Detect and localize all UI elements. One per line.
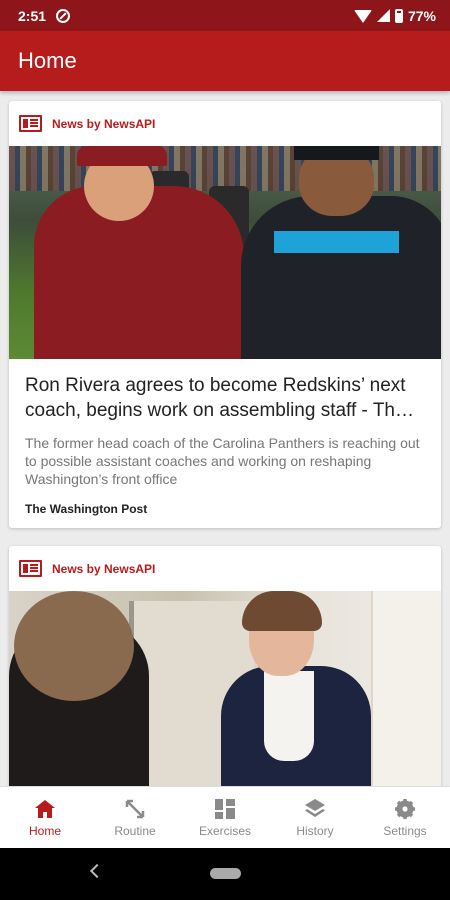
card-source: News by NewsAPI: [9, 546, 441, 591]
article-description: The former head coach of the Carolina Pa…: [25, 435, 420, 487]
page-title: Home: [18, 48, 77, 73]
nav-item-routine[interactable]: Routine: [90, 787, 180, 848]
layers-icon: [304, 798, 326, 820]
nav-item-exercises[interactable]: Exercises: [180, 787, 270, 848]
source-label: News by NewsAPI: [52, 561, 156, 576]
nav-label-routine: Routine: [114, 823, 156, 838]
article-title[interactable]: Ron Rivera agrees to become Redskins’ ne…: [25, 373, 425, 423]
signal-icon: [376, 9, 390, 22]
system-navigation-bar: [0, 848, 450, 900]
pillar: [371, 591, 441, 786]
nav-label-exercises: Exercises: [198, 823, 251, 838]
grid-icon: [214, 798, 236, 820]
expand-arrows-icon: [124, 798, 146, 820]
person-right-hair: [242, 591, 322, 631]
news-card[interactable]: News by NewsAPI: [9, 546, 441, 786]
status-bar: 2:51 77%: [0, 0, 450, 31]
nav-label-settings: Settings: [383, 823, 427, 838]
gear-icon: [394, 798, 416, 820]
status-indicators: 77%: [353, 7, 436, 24]
article-publisher: The Washington Post: [25, 502, 148, 516]
white-shirt: [264, 671, 314, 761]
status-time: 2:51: [18, 7, 47, 24]
app-bar: Home: [0, 31, 450, 91]
person-left-hair: [14, 591, 134, 701]
jacket-stripe: [274, 231, 399, 253]
bottom-navigation: Home Routine Exercises History Settings: [0, 786, 450, 848]
nav-label-history: History: [296, 823, 334, 838]
card-body: Ron Rivera agrees to become Redskins’ ne…: [9, 359, 441, 528]
nav-item-home[interactable]: Home: [0, 787, 90, 848]
coach-right-cap: [294, 146, 379, 160]
coach-right-figure: [241, 196, 441, 359]
news-card[interactable]: News by NewsAPI Ron Rivera agrees to bec…: [9, 101, 441, 528]
home-gesture-pill[interactable]: [210, 868, 241, 879]
article-image[interactable]: [9, 591, 441, 786]
card-source: News by NewsAPI: [9, 101, 441, 146]
battery-icon: [394, 8, 403, 23]
nav-item-settings[interactable]: Settings: [360, 787, 450, 848]
do-not-disturb-icon: [56, 8, 71, 23]
battery-percent: 77%: [407, 7, 436, 24]
nav-item-history[interactable]: History: [270, 787, 360, 848]
wifi-icon: [353, 10, 372, 23]
coach-left-cap: [77, 146, 167, 166]
nav-label-home: Home: [28, 823, 61, 838]
newspaper-icon: [19, 560, 42, 577]
article-image[interactable]: [9, 146, 441, 359]
back-icon[interactable]: [89, 863, 105, 879]
home-icon: [34, 798, 56, 820]
newspaper-icon: [19, 115, 42, 132]
news-feed[interactable]: News by NewsAPI Ron Rivera agrees to bec…: [0, 91, 450, 786]
source-label: News by NewsAPI: [52, 116, 156, 131]
